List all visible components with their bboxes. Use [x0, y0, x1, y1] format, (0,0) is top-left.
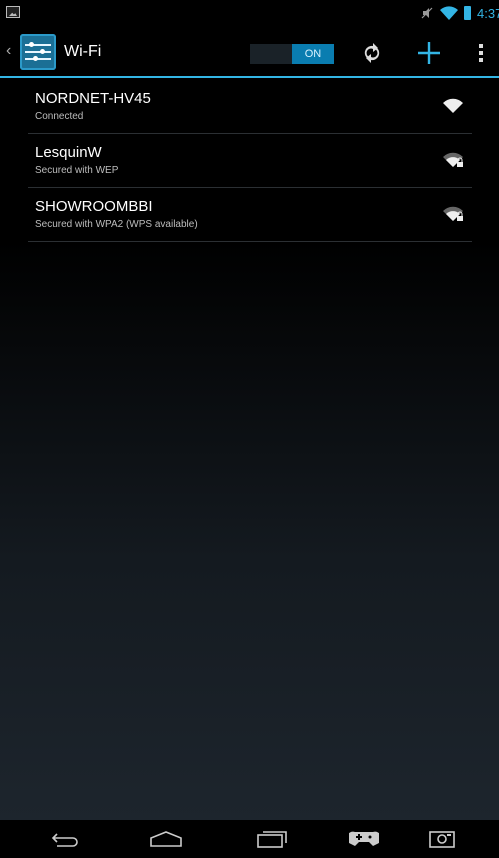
battery-icon: [464, 6, 471, 20]
page-title: Wi-Fi: [64, 43, 102, 60]
home-icon[interactable]: [146, 825, 186, 853]
toggle-on-label: ON: [292, 44, 334, 64]
add-network-button[interactable]: [414, 38, 444, 68]
gamepad-icon[interactable]: [344, 825, 384, 853]
network-name: SHOWROOMBBI: [35, 198, 153, 215]
network-name: NORDNET-HV45: [35, 90, 151, 107]
screenshot-icon[interactable]: [422, 825, 462, 853]
add-icon: [418, 42, 440, 64]
settings-icon[interactable]: [20, 34, 56, 70]
list-item[interactable]: LesquinW Secured with WEP: [28, 134, 472, 188]
network-status: Secured with WEP: [35, 165, 119, 176]
network-status: Secured with WPA2 (WPS available): [35, 219, 198, 230]
network-name: LesquinW: [35, 144, 102, 161]
network-status: Connected: [35, 111, 84, 122]
clock: 4:37: [477, 5, 499, 21]
back-icon[interactable]: [44, 825, 84, 853]
network-list: NORDNET-HV45 Connected LesquinW Secured …: [28, 80, 472, 242]
image-icon: [6, 6, 20, 18]
wifi-icon: [440, 6, 458, 21]
mute-icon: [420, 6, 434, 20]
list-item[interactable]: SHOWROOMBBI Secured with WPA2 (WPS avail…: [28, 188, 472, 242]
wifi-signal-locked-icon: [443, 206, 463, 221]
wifi-signal-locked-icon: [443, 152, 463, 167]
recents-icon[interactable]: [252, 825, 292, 853]
navigation-bar: [0, 820, 499, 858]
list-item[interactable]: NORDNET-HV45 Connected: [28, 80, 472, 134]
status-icons: 4:37: [420, 4, 499, 22]
overflow-menu-icon[interactable]: [466, 38, 496, 68]
wps-refresh-icon[interactable]: [357, 38, 387, 68]
status-bar: 4:37: [0, 0, 499, 28]
wifi-toggle[interactable]: ON: [250, 44, 334, 64]
back-chevron-icon[interactable]: ‹: [6, 42, 11, 60]
action-bar: ‹ Wi-Fi ON: [0, 28, 499, 78]
wifi-signal-icon: [443, 98, 463, 113]
